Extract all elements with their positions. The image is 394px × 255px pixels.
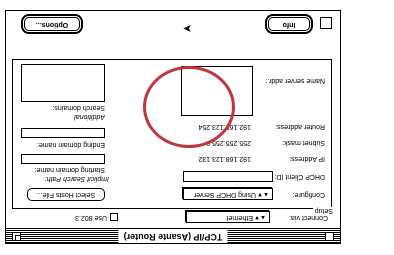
name-server-label: Name server addr.: [265,77,325,84]
setup-group-label: Setup [312,207,335,214]
zoom-box[interactable] [12,232,21,241]
additional-label: Additional [74,113,105,120]
close-box[interactable] [325,232,334,241]
configure-value: Using DHCP Server [193,191,256,198]
dhcp-client-id-label: DHCP Client ID: [274,173,325,180]
help-icon[interactable] [320,17,332,29]
ending-domain-field[interactable] [21,128,105,138]
starting-domain-label: Starting domain name: [34,166,105,173]
search-domains-label: Search domains: [52,104,105,111]
popup-arrows-icon: ▲▼ [257,191,269,197]
starting-domain-field[interactable] [21,154,105,164]
select-hosts-file-button[interactable]: Select Hosts File... [27,188,105,201]
configure-label: Configure: [292,191,325,198]
popup-arrows-icon: ▲▼ [254,214,266,220]
options-button[interactable]: Options... [21,14,83,34]
highlight-ring [143,66,235,148]
router-address-label: Router address: [275,123,325,130]
ip-address-label: IP Address: [289,155,325,162]
configure-popup[interactable]: ▲▼ Using DHCP Server [183,188,273,200]
ip-address-value: 192.168.123.132 [198,155,251,162]
info-button[interactable]: Info [265,14,313,34]
ending-domain-label: Ending domain name: [36,141,105,148]
connect-via-value: Ethernet [226,214,253,221]
use-8023-label: Use 802.3 [75,214,107,221]
search-domains-textarea[interactable] [21,64,105,102]
subnet-mask-label: Subnet mask: [282,139,325,146]
use-8023-checkbox[interactable] [110,213,118,221]
mouse-pointer-icon: ➤ [182,22,192,34]
connect-via-label: Connect via: [289,214,328,221]
title-bar[interactable]: TCP/IP (Asante Router) [6,228,340,243]
dhcp-client-id-field[interactable] [183,171,273,182]
connect-via-popup[interactable]: ▲▼ Ethernet [186,211,270,223]
tcpip-window: TCP/IP (Asante Router) Connect via: ▲▼ E… [5,10,341,244]
window-title: TCP/IP (Asante Router) [118,230,228,243]
implicit-search-path-label: Implicit Search Path: [44,175,109,182]
